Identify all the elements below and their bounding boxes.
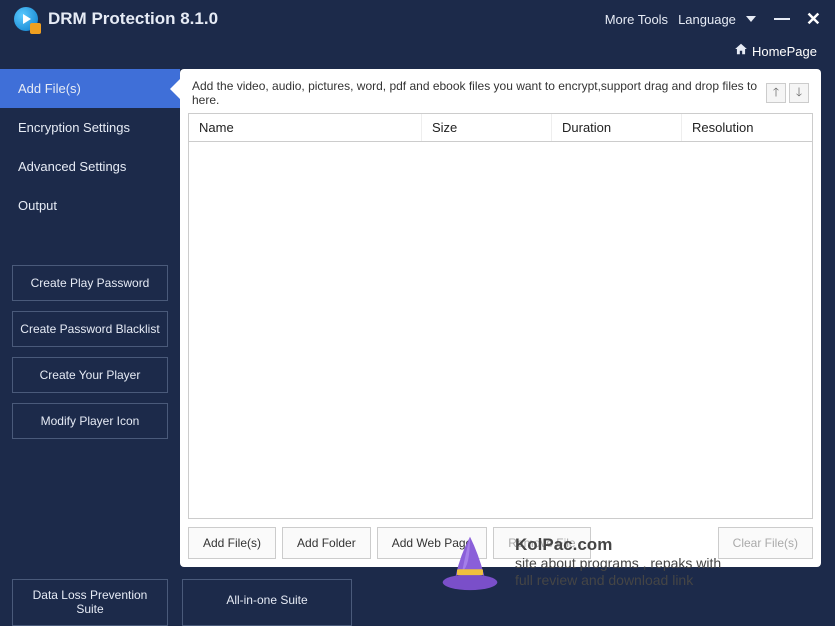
col-duration[interactable]: Duration — [552, 114, 682, 141]
create-play-password-button[interactable]: Create Play Password — [12, 265, 168, 301]
nav-add-files[interactable]: Add File(s) — [0, 69, 180, 108]
file-table[interactable]: Name Size Duration Resolution — [188, 113, 813, 519]
nav-output[interactable]: Output — [0, 186, 180, 225]
more-tools-link[interactable]: More Tools — [605, 12, 668, 27]
move-up-button[interactable]: 🡑 — [766, 83, 786, 103]
bottom-bar: Data Loss Prevention Suite All-in-one Su… — [0, 567, 835, 626]
home-row: HomePage — [0, 38, 835, 69]
data-loss-prevention-button[interactable]: Data Loss Prevention Suite — [12, 579, 168, 626]
move-down-button[interactable]: 🡓 — [789, 83, 809, 103]
nav-encryption-settings[interactable]: Encryption Settings — [0, 108, 180, 147]
col-size[interactable]: Size — [422, 114, 552, 141]
close-button[interactable]: ✕ — [806, 9, 821, 30]
titlebar: DRM Protection 8.1.0 More Tools Language… — [0, 0, 835, 38]
create-password-blacklist-button[interactable]: Create Password Blacklist — [12, 311, 168, 347]
create-your-player-button[interactable]: Create Your Player — [12, 357, 168, 393]
col-resolution[interactable]: Resolution — [682, 114, 812, 141]
hint-text: Add the video, audio, pictures, word, pd… — [192, 79, 763, 107]
main-panel: Add the video, audio, pictures, word, pd… — [180, 69, 821, 567]
app-title: DRM Protection 8.1.0 — [48, 9, 605, 29]
col-name[interactable]: Name — [189, 114, 422, 141]
action-row: Add File(s) Add Folder Add Web Page Remo… — [188, 519, 813, 559]
table-header: Name Size Duration Resolution — [189, 114, 812, 142]
app-logo-icon — [14, 7, 38, 31]
add-files-button[interactable]: Add File(s) — [188, 527, 276, 559]
all-in-one-suite-button[interactable]: All-in-one Suite — [182, 579, 352, 626]
add-web-page-button[interactable]: Add Web Page — [377, 527, 488, 559]
sidebar: Add File(s) Encryption Settings Advanced… — [0, 69, 180, 567]
modify-player-icon-button[interactable]: Modify Player Icon — [12, 403, 168, 439]
add-folder-button[interactable]: Add Folder — [282, 527, 371, 559]
minimize-button[interactable] — [774, 18, 790, 20]
language-link[interactable]: Language — [678, 12, 736, 27]
language-dropdown-icon[interactable] — [746, 16, 756, 22]
nav-advanced-settings[interactable]: Advanced Settings — [0, 147, 180, 186]
home-icon[interactable] — [734, 42, 748, 59]
remove-file-button[interactable]: Remove File — [493, 527, 590, 559]
clear-files-button[interactable]: Clear File(s) — [718, 527, 813, 559]
homepage-link[interactable]: HomePage — [752, 44, 817, 59]
